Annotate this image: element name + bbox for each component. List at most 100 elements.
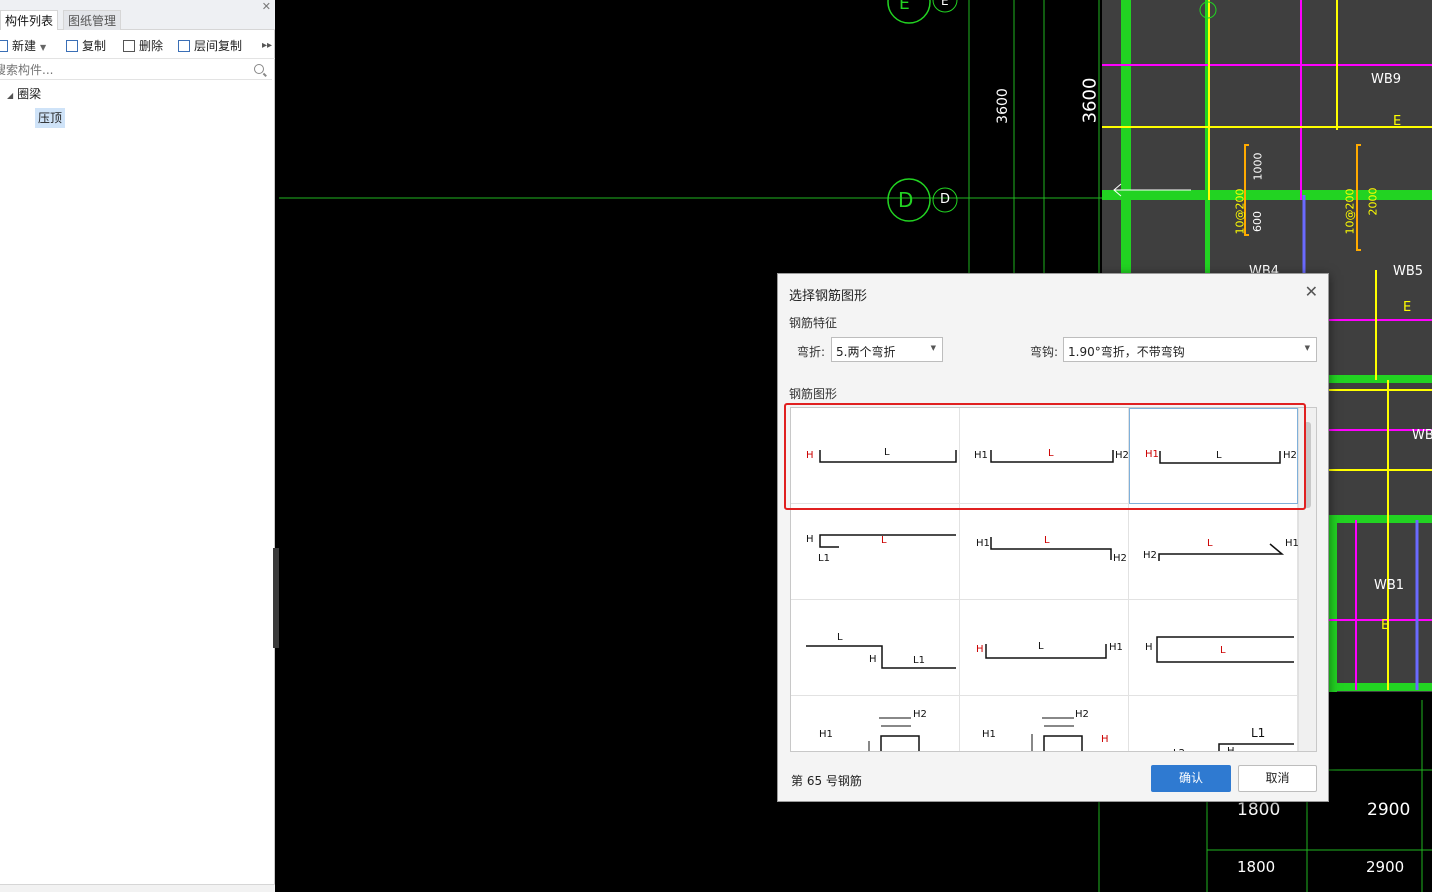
copy-button[interactable]: 复制 xyxy=(66,37,106,55)
close-icon[interactable]: ✕ xyxy=(1305,282,1318,302)
rebar-text: 10@200 xyxy=(1343,188,1357,235)
close-icon[interactable]: ✕ xyxy=(262,0,271,13)
new-file-icon xyxy=(0,40,8,52)
shape-label: H xyxy=(1145,642,1153,653)
tab-drawing-management[interactable]: 图纸管理 xyxy=(63,10,122,30)
e-mark: E xyxy=(1393,114,1402,129)
dimension-1800-top: 1800 xyxy=(1237,800,1281,820)
hook-select[interactable]: 1.90°弯折，不带弯钩 ▼ xyxy=(1063,337,1317,362)
rebar-number-status: 第 65 号钢筋 xyxy=(791,774,862,788)
copy-icon xyxy=(66,40,78,52)
tree-group-label: 圈梁 xyxy=(17,87,42,101)
slab-label-wb1: WB1 xyxy=(1374,578,1405,593)
slab-label-wb9: WB9 xyxy=(1371,72,1402,87)
dimension-1800-bottom: 1800 xyxy=(1237,858,1276,876)
bend-value: 5.两个弯折 xyxy=(836,345,896,359)
rebar-text: 1000 xyxy=(1251,152,1265,181)
cancel-button[interactable]: 取消 xyxy=(1238,765,1317,792)
annotation-highlight-box xyxy=(784,403,1306,510)
new-label: 新建 xyxy=(12,39,37,53)
shape-label: H1 xyxy=(1285,538,1299,549)
bend-label: 弯折: xyxy=(797,345,826,359)
floor-copy-button[interactable]: 层间复制 xyxy=(178,37,242,55)
wall-band xyxy=(1102,190,1432,200)
wall-band xyxy=(1329,515,1337,692)
search-box xyxy=(0,60,272,80)
shape-cell[interactable]: H L H1 xyxy=(960,600,1129,696)
search-input[interactable] xyxy=(0,62,244,78)
shape-label: H2 xyxy=(1113,553,1127,564)
e-mark: E xyxy=(1381,618,1390,633)
shape-label: L xyxy=(837,632,843,643)
axis-label-e: E xyxy=(899,0,910,14)
panel-bottom-bar xyxy=(0,884,275,892)
component-toolbar: 新建 ▼ 复制 删除 层间复制 ▸▸ xyxy=(0,33,275,59)
new-button[interactable]: 新建 ▼ xyxy=(0,37,46,55)
panel-tabbar: 构件列表 图纸管理 ✕ xyxy=(0,0,275,30)
rebar-shape-dialog: 选择钢筋图形 ✕ 钢筋特征 弯折: 5.两个弯折 ▼ 弯钩: 1.90°弯折，不… xyxy=(777,273,1329,802)
axis-label-d: D xyxy=(898,188,914,212)
tab-component-list[interactable]: 构件列表 xyxy=(0,10,59,30)
shape-label: H xyxy=(869,654,877,665)
shape-cell[interactable]: H2 L H1 xyxy=(1129,504,1299,600)
e-mark: E xyxy=(1403,300,1412,315)
shape-cell[interactable]: H L xyxy=(1129,600,1298,696)
shape-label: L1 xyxy=(1251,726,1266,740)
rebar-text: 10@200 xyxy=(1233,188,1247,235)
bend-select[interactable]: 5.两个弯折 ▼ xyxy=(831,337,943,362)
shape-label: L1 xyxy=(913,655,925,666)
rebar-text: 2000 xyxy=(1366,187,1380,216)
shape-label: H xyxy=(1227,746,1235,752)
tree-item-coping[interactable]: 压顶 xyxy=(35,108,66,128)
shape-label: H xyxy=(976,644,984,655)
search-icon[interactable] xyxy=(254,64,264,74)
shape-label: H2 xyxy=(1075,709,1089,720)
shape-cell[interactable]: L1 L2 H xyxy=(1129,696,1298,752)
shape-label: H1 xyxy=(1109,642,1123,653)
shape-label: H2 xyxy=(1143,550,1157,561)
shape-label: H xyxy=(1101,734,1109,745)
rebar-text: 600 xyxy=(1251,211,1264,232)
chevron-down-icon: ▼ xyxy=(1304,344,1310,352)
shape-label: H2 xyxy=(913,709,927,720)
shape-label: L xyxy=(1207,538,1213,549)
slab-label-wb6: WB6 xyxy=(1412,428,1432,443)
tree-group-ring-beam[interactable]: ◢ 圈梁 xyxy=(7,85,41,103)
confirm-button[interactable]: 确认 xyxy=(1151,765,1231,792)
dimension-3600-b: 3600 xyxy=(1079,77,1101,124)
copy-label: 复制 xyxy=(82,39,107,53)
shape-label: H1 xyxy=(982,729,996,740)
shape-label: H xyxy=(806,534,814,545)
shape-cell[interactable]: H L L1 xyxy=(791,504,960,600)
shape-section-label: 钢筋图形 xyxy=(789,387,838,401)
shape-label: L1 xyxy=(818,553,830,564)
more-icon[interactable]: ▸▸ xyxy=(262,37,272,55)
shape-label: H1 xyxy=(819,729,833,740)
dimension-2900-top: 2900 xyxy=(1367,800,1411,820)
shape-label: L xyxy=(1038,641,1044,652)
feature-section-label: 钢筋特征 xyxy=(789,316,838,330)
expand-arrow-icon[interactable]: ◢ xyxy=(7,91,13,100)
shape-label: L2 xyxy=(1173,748,1185,751)
floor-copy-label: 层间复制 xyxy=(194,39,243,53)
shape-cell[interactable]: H1 H2 H xyxy=(960,696,1129,751)
axis-label-e-small: E xyxy=(941,0,949,8)
shape-cell[interactable]: H1 L H2 xyxy=(960,504,1129,600)
shape-label: L xyxy=(881,535,887,546)
shape-label: H1 xyxy=(976,538,990,549)
shape-label: L xyxy=(1220,645,1226,656)
delete-button[interactable]: 删除 xyxy=(123,37,163,55)
delete-label: 删除 xyxy=(139,39,164,53)
axis-label-d-small: D xyxy=(940,192,951,207)
dialog-title: 选择钢筋图形 xyxy=(789,289,868,304)
dimension-3600-a: 3600 xyxy=(994,88,1011,124)
component-list-panel: 构件列表 图纸管理 ✕ 新建▼ 复制 删除 层间复制 ▸▸ ◢ 圈梁 压顶 xyxy=(0,0,275,892)
hook-label: 弯钩: xyxy=(1030,345,1059,359)
trash-icon xyxy=(123,40,135,52)
slab-label-wb5: WB5 xyxy=(1393,264,1424,279)
floor-copy-icon xyxy=(178,40,190,52)
chevron-down-icon[interactable]: ▼ xyxy=(40,43,46,52)
shape-cell[interactable]: H1 H2 xyxy=(791,696,960,751)
shape-label: L xyxy=(1044,535,1050,546)
shape-cell[interactable]: L H L1 xyxy=(791,600,960,696)
